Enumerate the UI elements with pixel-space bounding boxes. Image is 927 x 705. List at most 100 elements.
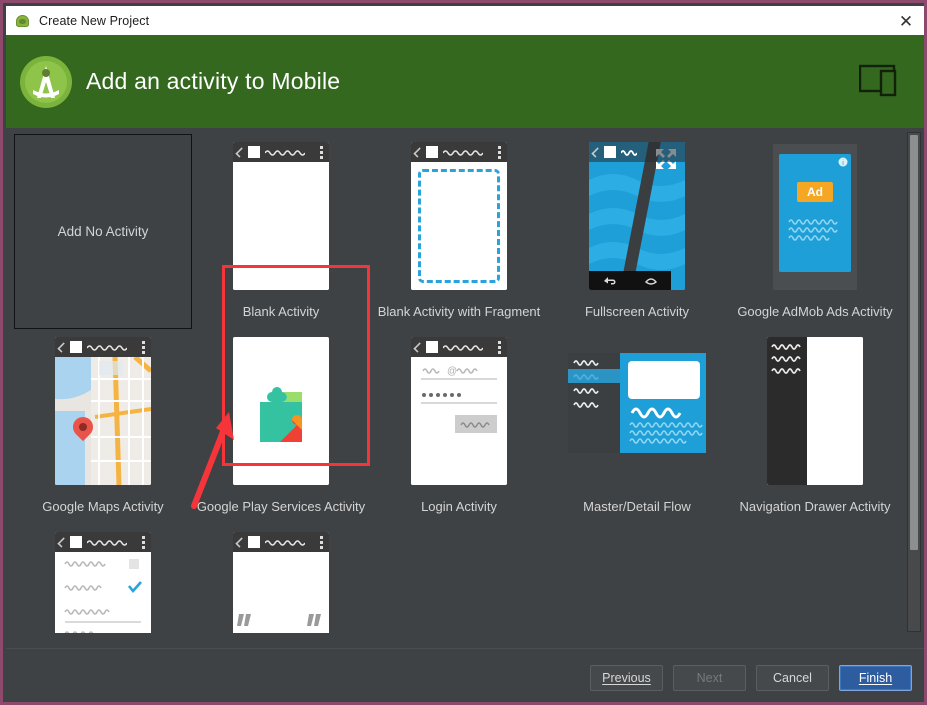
thumbnail-screen <box>411 162 507 290</box>
gallery-item-label: Blank Activity with Fragment <box>371 305 547 319</box>
previous-button[interactable]: Previous <box>590 665 663 691</box>
cancel-button[interactable]: Cancel <box>756 665 829 691</box>
app-icon-placeholder <box>248 146 260 158</box>
android-icon <box>15 13 31 29</box>
next-button[interactable]: Next <box>673 665 746 691</box>
app-icon-placeholder <box>248 536 260 548</box>
finish-button-label: Finish <box>859 671 892 685</box>
activity-gallery[interactable]: Add No Activity <box>6 128 904 633</box>
blank-activity-fragment-thumbnail <box>411 142 507 297</box>
gallery-item-label: Fullscreen Activity <box>549 305 725 319</box>
vertical-scrollbar[interactable] <box>907 132 921 632</box>
list-items-placeholder <box>568 353 620 453</box>
add-no-activity-label: Add No Activity <box>58 224 149 239</box>
overflow-menu-icon <box>142 341 145 356</box>
thumbnail-appbar <box>55 532 151 552</box>
overflow-menu-icon <box>498 146 501 161</box>
nav-back-icon <box>603 275 617 286</box>
previous-button-label: Previous <box>602 671 651 685</box>
login-form-screen: @ <box>411 357 507 485</box>
activity-gallery-panel: Add No Activity <box>6 128 927 648</box>
selected-list-item <box>568 369 620 383</box>
swipe-left-icon <box>237 614 255 626</box>
compass-glyph <box>24 60 68 104</box>
admob-screen: i Ad <box>779 154 851 272</box>
admob-activity-thumbnail: i Ad <box>767 142 863 297</box>
drawer-items-placeholder <box>767 337 807 465</box>
gallery-item-label: Google AdMob Ads Activity <box>727 305 903 319</box>
content-placeholder-lines <box>779 216 851 246</box>
window-titlebar: Create New Project ✕ <box>6 6 927 35</box>
app-icon-placeholder <box>70 536 82 548</box>
app-icon-placeholder <box>426 341 438 353</box>
thumbnail-appbar <box>233 532 329 552</box>
gallery-item-blank-activity-with-fragment[interactable]: Blank Activity with Fragment <box>370 134 548 329</box>
window-title: Create New Project <box>39 14 149 28</box>
back-arrow-icon <box>57 537 67 547</box>
next-button-label: Next <box>697 671 723 685</box>
play-services-puzzle-icon <box>250 380 312 442</box>
gallery-item-login-activity[interactable]: @ <box>370 329 548 524</box>
gallery-item-settings-activity[interactable] <box>14 524 192 633</box>
title-placeholder-icon <box>87 539 127 546</box>
gallery-item-add-no-activity[interactable]: Add No Activity <box>14 134 192 329</box>
back-arrow-icon <box>235 147 245 157</box>
title-placeholder-icon <box>443 149 483 156</box>
nav-home-icon <box>644 275 658 286</box>
footer-button-group: Previous Next Cancel Finish <box>590 665 912 691</box>
gallery-item-label: Google Play Services Activity <box>193 500 369 514</box>
thumbnail-appbar <box>411 142 507 162</box>
back-arrow-icon <box>235 537 245 547</box>
gallery-item-tabbed-activity[interactable] <box>192 524 370 633</box>
close-icon[interactable]: ✕ <box>893 9 919 33</box>
cancel-button-label: Cancel <box>773 671 812 685</box>
dialog-footer: Previous Next Cancel Finish <box>6 648 927 705</box>
title-placeholder-icon <box>621 149 637 156</box>
detail-pane <box>620 353 706 453</box>
gallery-item-google-admob-ads-activity[interactable]: i Ad Google AdMob Ads Activ <box>726 134 904 329</box>
fullscreen-activity-thumbnail <box>589 142 685 297</box>
overflow-menu-icon <box>320 146 323 161</box>
gallery-item-master-detail-flow[interactable]: Master/Detail Flow <box>548 329 726 524</box>
overflow-menu-icon <box>142 536 145 551</box>
add-no-activity-tile[interactable]: Add No Activity <box>14 134 192 329</box>
back-arrow-icon <box>413 342 423 352</box>
gallery-item-blank-activity[interactable]: Blank Activity <box>192 134 370 329</box>
gallery-item-label: Blank Activity <box>193 305 369 319</box>
app-icon-placeholder <box>604 146 616 158</box>
gallery-item-fullscreen-activity[interactable]: Fullscreen Activity <box>548 134 726 329</box>
gallery-item-navigation-drawer-activity[interactable]: Navigation Drawer Activity <box>726 329 904 524</box>
login-activity-thumbnail: @ <box>411 337 507 492</box>
back-arrow-icon <box>413 147 423 157</box>
master-list-pane <box>568 353 620 453</box>
thumbnail-appbar <box>233 142 329 162</box>
ad-badge: Ad <box>797 182 833 202</box>
page-title: Add an activity to Mobile <box>86 68 340 95</box>
thumbnail-appbar <box>55 337 151 357</box>
wizard-header: Add an activity to Mobile <box>6 35 927 128</box>
gallery-item-label: Master/Detail Flow <box>549 500 725 514</box>
gallery-item-google-play-services-activity[interactable]: Google Play Services Activity <box>192 329 370 524</box>
android-studio-compass-icon <box>20 56 72 108</box>
settings-list-screen <box>55 552 151 633</box>
navigation-drawer-pane <box>767 337 807 485</box>
master-detail-flow-thumbnail <box>568 337 706 492</box>
svg-text:@: @ <box>447 366 457 377</box>
scrollbar-thumb[interactable] <box>910 135 918 550</box>
finish-button[interactable]: Finish <box>839 665 912 691</box>
gallery-item-label: Google Maps Activity <box>15 500 191 514</box>
navigation-drawer-activity-thumbnail <box>767 337 863 492</box>
gallery-item-google-maps-activity[interactable]: Google Maps Activity <box>14 329 192 524</box>
mobile-device-icon <box>859 63 905 100</box>
login-form-graphic: @ <box>411 357 507 485</box>
tabbed-screen <box>233 552 329 633</box>
swipe-right-icon <box>307 614 325 626</box>
app-icon-placeholder <box>70 341 82 353</box>
back-arrow-icon <box>57 342 67 352</box>
gallery-item-label: Navigation Drawer Activity <box>727 500 903 514</box>
map-screen <box>55 357 151 485</box>
title-placeholder-icon <box>265 149 305 156</box>
overflow-menu-icon <box>320 536 323 551</box>
info-badge-icon: i <box>838 157 848 167</box>
create-new-project-dialog: Create New Project ✕ Add an activity to … <box>0 0 927 705</box>
